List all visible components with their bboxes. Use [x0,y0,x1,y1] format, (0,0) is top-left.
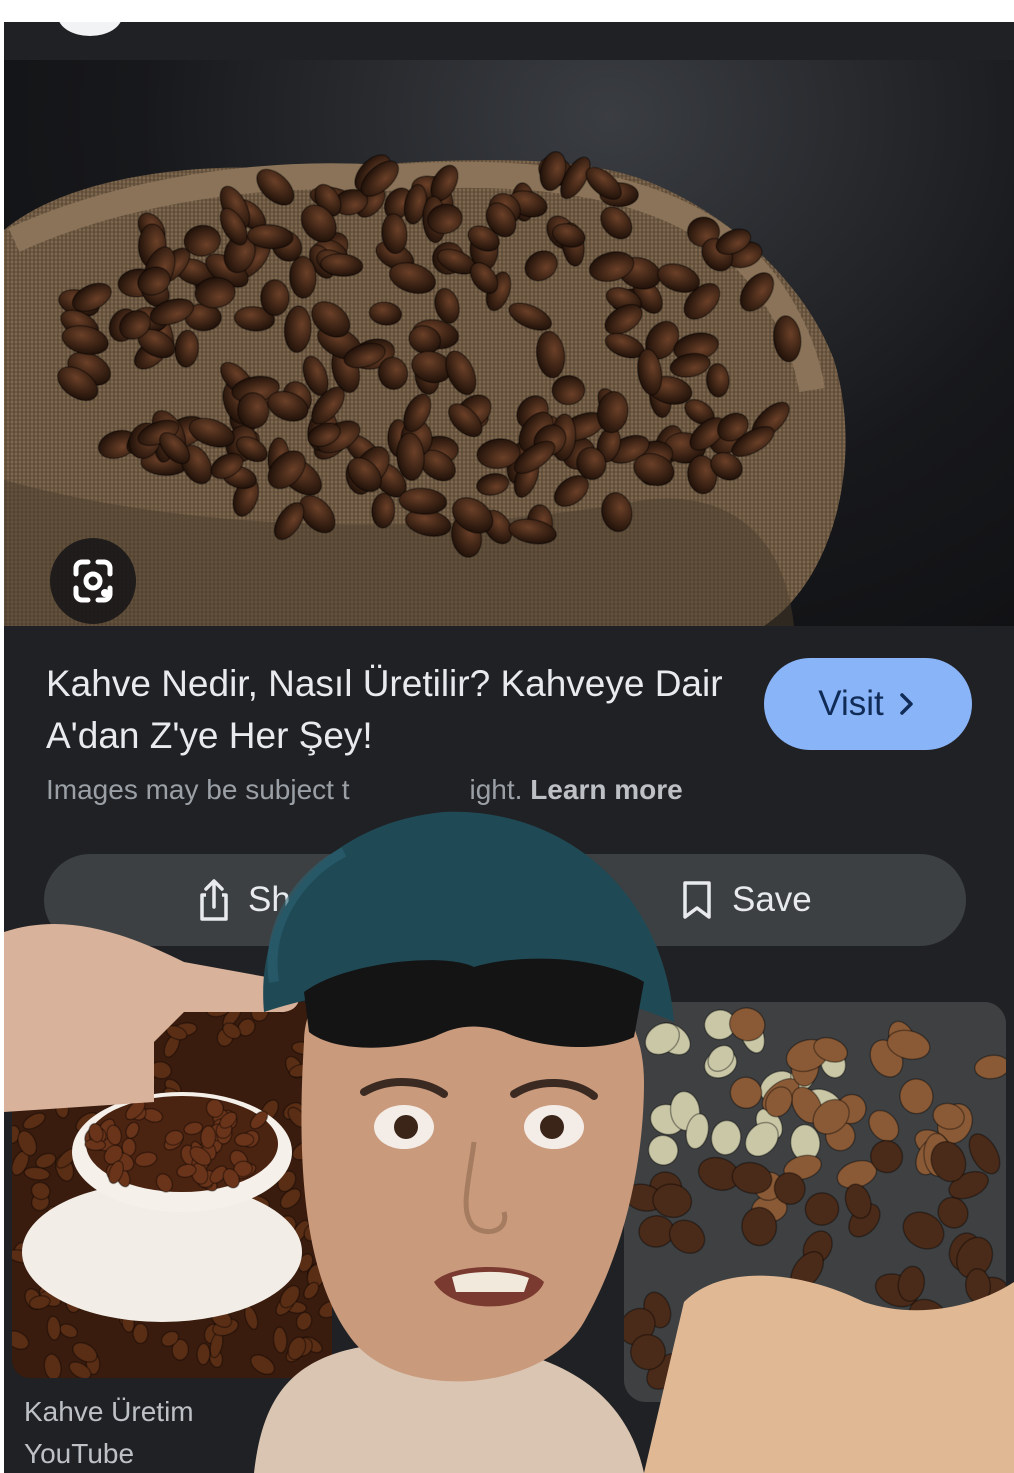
coffee-bean [259,279,290,317]
coffee-beans-varieties-illustration [624,1002,1006,1402]
coffee-sack-illustration [4,150,846,626]
top-bar [4,22,1014,60]
google-lens-button[interactable] [50,538,136,624]
copyright-notice: Images may be subject t ight. Learn more [46,774,683,806]
save-label: Save [732,880,812,919]
related-result-title[interactable]: Kahve Üretim [24,1396,194,1428]
visit-label: Visit [818,684,884,723]
main-image-coffee-sack[interactable] [4,60,1014,626]
result-title[interactable]: Kahve Nedir, Nasıl Üretilir? Kahveye Dai… [46,658,736,762]
learn-more-link[interactable]: Learn more [530,774,683,805]
coffee-bean [752,1355,794,1389]
avatar[interactable] [58,22,122,36]
chevron-right-icon [900,693,913,715]
coffee-bowl-illustration [12,1002,332,1378]
coffee-bean [132,1322,149,1345]
save-button[interactable]: Save [680,874,812,926]
coffee-bean [196,1342,211,1366]
related-result-source: YouTube [24,1438,135,1469]
share-button[interactable]: Sh [194,874,291,926]
related-image-coffee-beans[interactable] [624,1002,1006,1402]
coffee-bean [371,492,396,529]
copyright-text-suffix: ight. [469,774,523,805]
google-lens-icon [73,559,113,603]
share-icon [200,879,228,921]
copyright-text-prefix: Images may be subject t [46,774,350,805]
coffee-bean [288,255,317,299]
action-bar [44,854,966,946]
coffee-bean [551,374,586,406]
coffee-bean [200,1125,217,1150]
coffee-bean [234,1132,255,1148]
image-viewer: Kahve Nedir, Nasıl Üretilir? Kahveye Dai… [4,22,1014,1473]
coffee-bean [31,1014,52,1029]
coffee-bean [89,1083,113,1097]
coffee-bean [306,1151,332,1165]
visit-button[interactable]: Visit [764,658,972,750]
share-label: Sh [248,880,291,919]
bookmark-icon [683,881,711,919]
related-image-coffee-bowl[interactable] [12,1002,332,1378]
